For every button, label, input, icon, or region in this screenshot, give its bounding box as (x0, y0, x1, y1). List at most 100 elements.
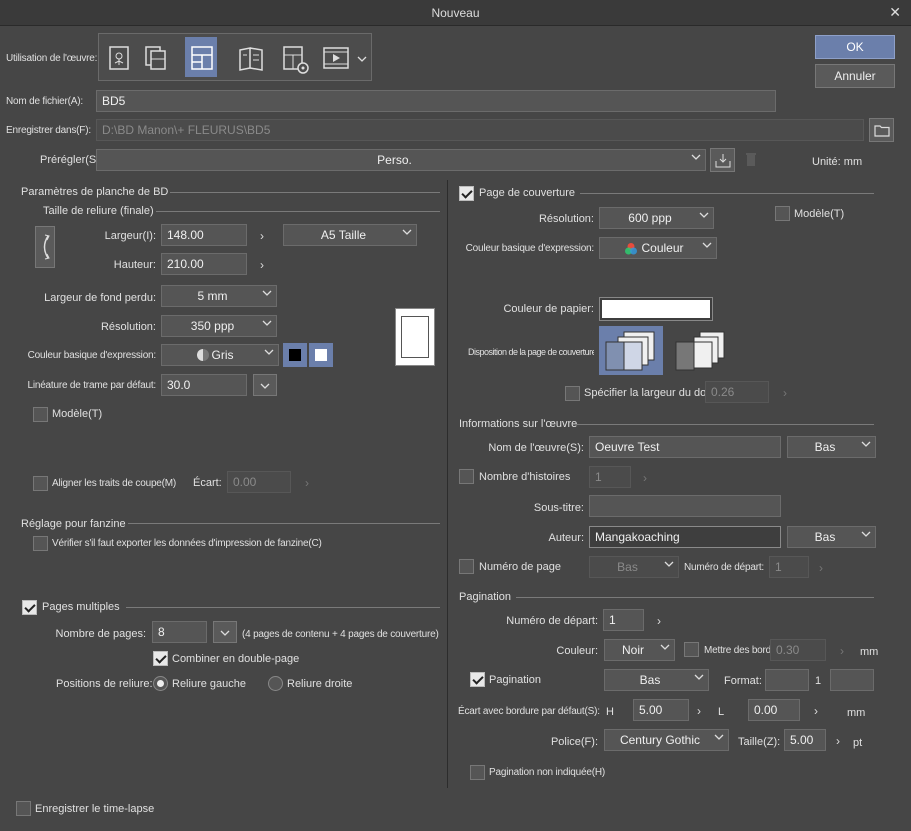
pagination-title: Pagination (459, 591, 511, 603)
page-count-dropdown-button[interactable] (213, 621, 237, 643)
binding-left-label: Reliure gauche (172, 678, 246, 690)
page-number-position-value: Bas (617, 560, 638, 574)
divider (576, 424, 874, 425)
font-size-label: Taille(Z): (738, 736, 781, 748)
resolution-select[interactable]: 350 ppp (161, 315, 277, 337)
combine-spread-checkbox[interactable] (153, 651, 168, 666)
format-number: 1 (815, 675, 822, 687)
divider (516, 597, 874, 598)
ok-button[interactable]: OK (815, 35, 895, 59)
font-size-input[interactable]: 5.00 (784, 729, 826, 751)
filename-input[interactable]: BD5 (96, 90, 776, 112)
spine-width-label: Spécifier la largeur du dos (584, 387, 712, 399)
binding-right-radio[interactable] (268, 676, 283, 691)
chevron-down-icon (691, 153, 701, 163)
book-stack-icon (605, 331, 655, 371)
preset-label: Prérégler(S): (40, 154, 103, 166)
chevron-down-icon (262, 289, 272, 299)
stories-checkbox[interactable] (459, 469, 474, 484)
chevron-right-icon: › (305, 476, 309, 490)
start-number-input[interactable]: 1 (603, 609, 644, 631)
page-number-checkbox[interactable] (459, 559, 474, 574)
divider (580, 193, 874, 194)
multipage-checkbox[interactable] (22, 600, 37, 615)
book-stack-icon (675, 331, 725, 371)
fanzine-checkbox[interactable] (33, 536, 48, 551)
panel-divider (447, 180, 448, 788)
start-number-label: Numéro de départ: (506, 615, 598, 627)
chevron-right-icon[interactable]: › (657, 614, 661, 628)
bleed-value: 5 mm (197, 289, 228, 303)
spine-width-checkbox[interactable] (565, 386, 580, 401)
work-name-input[interactable]: Oeuvre Test (589, 436, 781, 458)
chevron-down-icon[interactable] (357, 52, 367, 66)
height-input[interactable]: 210.00 (161, 253, 247, 275)
format-prefix-input[interactable] (765, 669, 809, 691)
pagination-checkbox[interactable] (470, 672, 485, 687)
binding-left-radio[interactable] (153, 676, 168, 691)
author-position-select[interactable]: Bas (787, 526, 876, 548)
size-preset-select[interactable]: A5 Taille (283, 224, 417, 246)
save-preset-button[interactable] (710, 148, 735, 172)
bleed-select[interactable]: 5 mm (161, 285, 277, 307)
page-count-input[interactable]: 8 (152, 621, 207, 643)
white-swatch (315, 349, 327, 361)
cover-resolution-select[interactable]: 600 ppp (599, 207, 714, 229)
timelapse-checkbox[interactable] (16, 801, 31, 816)
lpi-dropdown-button[interactable] (253, 374, 277, 396)
font-select[interactable]: Century Gothic (604, 729, 729, 751)
cover-color-mode-select[interactable]: Couleur (599, 237, 717, 259)
pagination-position-select[interactable]: Bas (604, 669, 709, 691)
chevron-right-icon[interactable]: › (260, 229, 264, 243)
format-suffix-input[interactable] (830, 669, 874, 691)
cancel-button[interactable]: Annuler (815, 64, 895, 88)
hidden-pagination-checkbox[interactable] (470, 765, 485, 780)
usage-illustration-icon[interactable] (103, 37, 135, 77)
usage-comic-icon[interactable] (139, 37, 171, 77)
gap-label: Écart: (193, 477, 222, 489)
cover-resolution-value: 600 ppp (628, 211, 672, 225)
margin-l-input[interactable]: 0.00 (748, 699, 800, 721)
cover-layout-option-2[interactable] (669, 326, 733, 375)
swap-orientation-button[interactable] (35, 226, 55, 268)
chevron-right-icon[interactable]: › (836, 734, 840, 748)
pagination-color-select[interactable]: Noir (604, 639, 675, 661)
cover-template-checkbox[interactable] (775, 206, 790, 221)
chevron-right-icon[interactable]: › (260, 258, 264, 272)
author-input[interactable]: Mangakoaching (589, 526, 781, 548)
close-icon[interactable]: ✕ (889, 4, 901, 21)
usage-animation-icon[interactable] (317, 37, 349, 77)
chevron-right-icon[interactable]: › (697, 704, 701, 718)
usage-custom-icon[interactable] (277, 37, 309, 77)
usage-bd-icon[interactable] (185, 37, 217, 77)
cover-page-checkbox[interactable] (459, 186, 474, 201)
color-mode-select[interactable]: Gris (161, 344, 279, 366)
cover-layout-option-1[interactable] (599, 326, 663, 375)
chevron-down-icon (220, 630, 230, 636)
width-input[interactable]: 148.00 (161, 224, 247, 246)
page-count-label: Nombre de pages: (55, 628, 147, 640)
black-swatch-button[interactable] (283, 343, 307, 367)
folder-icon (874, 125, 890, 137)
crop-marks-checkbox[interactable] (33, 476, 48, 491)
chevron-down-icon (694, 673, 704, 683)
black-swatch (289, 349, 301, 361)
combine-spread-label: Combiner en double-page (172, 653, 300, 665)
chevron-right-icon[interactable]: › (814, 704, 818, 718)
preset-select[interactable]: Perso. (96, 149, 706, 171)
margin-h-input[interactable]: 5.00 (633, 699, 689, 721)
lpi-input[interactable]: 30.0 (161, 374, 247, 396)
template-checkbox[interactable] (33, 407, 48, 422)
subtitle-input[interactable] (589, 495, 781, 517)
edge-checkbox[interactable] (684, 642, 699, 657)
paper-color-label: Couleur de papier: (503, 303, 594, 315)
page-number-label: Numéro de page (479, 561, 561, 573)
browse-folder-button[interactable] (869, 118, 894, 142)
pagination-position-value: Bas (639, 673, 661, 687)
white-swatch-button[interactable] (309, 343, 333, 367)
paper-color-picker[interactable] (599, 297, 713, 321)
usage-webtoon-icon[interactable] (233, 37, 265, 77)
save-in-label: Enregistrer dans(F): (6, 125, 91, 136)
chevron-down-icon (714, 733, 724, 743)
work-name-position-select[interactable]: Bas (787, 436, 876, 458)
